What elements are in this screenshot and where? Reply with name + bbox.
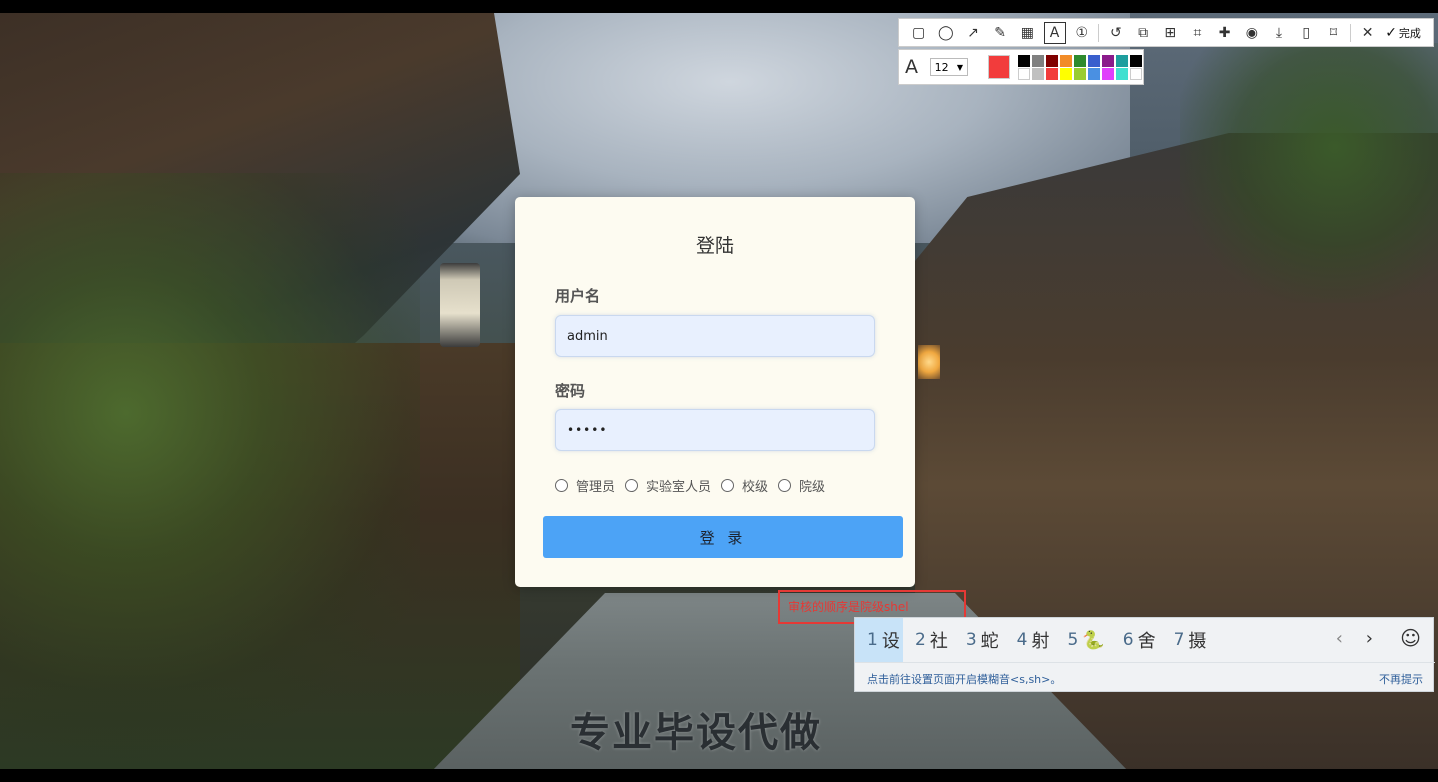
candidate-text: 舍: [1137, 631, 1156, 652]
rectangle-icon[interactable]: ▢: [908, 22, 930, 44]
bookmark-icon[interactable]: ⌑: [1322, 22, 1344, 44]
pin-icon[interactable]: ✚: [1214, 22, 1236, 44]
chevron-down-icon: ▼: [956, 62, 963, 72]
lantern-light: [918, 345, 940, 379]
password-input[interactable]: •••••: [555, 409, 875, 451]
ellipse-icon[interactable]: ◯: [935, 22, 957, 44]
ocr-icon[interactable]: ⌗: [1186, 22, 1208, 44]
close-icon[interactable]: ✕: [1357, 22, 1379, 44]
login-title: 登陆: [695, 235, 734, 257]
candidate-3[interactable]: 3蛇: [954, 618, 1005, 662]
candidate-text: 摄: [1188, 631, 1207, 652]
role-label: 实验室人员: [646, 479, 712, 495]
ime-candidate-window: 1设 2社 3蛇 4射 5 🐍 6舍 7摄 ‹ › ☺ 点击前往设置页面开启模糊音…: [854, 617, 1435, 693]
palette-swatch[interactable]: [1074, 54, 1086, 67]
done-label: 完成: [1398, 26, 1421, 40]
palette-swatch[interactable]: [1130, 67, 1142, 80]
color-palette: [1018, 54, 1143, 80]
undo-icon[interactable]: ↺: [1105, 22, 1127, 44]
font-size-value: 12: [934, 60, 949, 74]
palette-swatch[interactable]: [1102, 67, 1114, 80]
candidate-5[interactable]: 5 🐍: [1055, 618, 1110, 662]
mosaic-icon[interactable]: ▦: [1016, 22, 1038, 44]
role-option-admin[interactable]: 管理员: [555, 476, 615, 495]
done-button[interactable]: ✓ 完成: [1385, 25, 1421, 41]
ime-hint-link[interactable]: 点击前往设置页面开启模糊音<s,sh>。: [867, 671, 1061, 687]
palette-swatch[interactable]: [1032, 54, 1044, 67]
role-radio-group: 管理员 实验室人员 校级 院级: [555, 475, 895, 495]
screenshot-toolbar: ▢ ◯ ↗ ✎ ▦ A ① ↺ ⧉ ⊞ ⌗ ✚ ◉ ⤓ ▯ ⌑ ✕ ✓ 完成: [898, 18, 1434, 47]
arrow-icon[interactable]: ↗: [962, 22, 984, 44]
radio-icon[interactable]: [625, 478, 639, 492]
text-tool-icon[interactable]: A: [1043, 21, 1066, 44]
current-color-swatch[interactable]: [988, 55, 1010, 79]
palette-swatch[interactable]: [1102, 54, 1114, 67]
username-input[interactable]: [555, 315, 875, 357]
candidate-6[interactable]: 6舍: [1111, 618, 1162, 662]
role-label: 院级: [799, 479, 826, 495]
palette-swatch[interactable]: [1018, 54, 1030, 67]
chevron-right-icon[interactable]: ›: [1366, 628, 1373, 649]
download-icon[interactable]: ⤓: [1268, 22, 1290, 44]
check-icon: ✓: [1385, 24, 1397, 41]
chevron-left-icon[interactable]: ‹: [1336, 628, 1343, 649]
dismiss-hint-link[interactable]: 不再提示: [1379, 671, 1423, 687]
candidate-text: 设: [881, 631, 900, 652]
candidate-4[interactable]: 4射: [1005, 618, 1056, 662]
palette-swatch[interactable]: [1018, 67, 1030, 80]
role-label: 校级: [742, 479, 769, 495]
palette-swatch[interactable]: [1116, 54, 1128, 67]
palette-swatch[interactable]: [1116, 67, 1128, 80]
role-option-lab-staff[interactable]: 实验室人员: [625, 476, 711, 495]
palette-swatch[interactable]: [1074, 67, 1086, 80]
right-trees: [1180, 43, 1438, 303]
number-marker-icon[interactable]: ①: [1071, 22, 1093, 44]
radio-icon[interactable]: [778, 478, 792, 492]
candidate-text: 蛇: [980, 631, 999, 652]
palette-swatch[interactable]: [1088, 54, 1100, 67]
login-button[interactable]: 登 录: [543, 516, 903, 558]
font-icon: A: [905, 56, 918, 78]
page-nav: ‹ ›: [1336, 628, 1373, 649]
palette-swatch[interactable]: [1032, 67, 1044, 80]
pencil-icon[interactable]: ✎: [989, 22, 1011, 44]
palette-swatch[interactable]: [1046, 54, 1058, 67]
role-option-college[interactable]: 院级: [778, 476, 825, 495]
role-option-school[interactable]: 校级: [721, 476, 768, 495]
candidate-2[interactable]: 2社: [903, 618, 954, 662]
login-card: 登陆 用户名 密码 ••••• 管理员 实验室人员 校级 院级 登 录: [515, 197, 915, 587]
ime-hint-row: 点击前往设置页面开启模糊音<s,sh>。 不再提示: [855, 662, 1435, 693]
candidate-text: 🐍: [1082, 629, 1105, 651]
candidate-text: 社: [929, 631, 948, 652]
foliage: [0, 173, 420, 769]
username-label: 用户名: [555, 287, 601, 305]
text-options-bar: A 12 ▼: [898, 49, 1144, 85]
palette-swatch[interactable]: [1060, 54, 1072, 67]
toolbar-divider: [1350, 23, 1351, 42]
toolbar-divider: [1098, 23, 1100, 42]
palette-swatch[interactable]: [1088, 67, 1100, 80]
palette-swatch[interactable]: [1046, 67, 1058, 80]
annotation-text: 审核的顺序是院级shel: [788, 600, 909, 614]
crop-icon[interactable]: ⧉: [1132, 22, 1154, 44]
street-lamp: [440, 263, 480, 347]
emoji-icon[interactable]: ☺: [1400, 626, 1421, 650]
translate-icon[interactable]: ⊞: [1159, 22, 1181, 44]
watermark-text: 专业毕设代做: [570, 710, 822, 756]
candidate-1[interactable]: 1设: [855, 618, 903, 662]
palette-swatch[interactable]: [1130, 54, 1142, 67]
font-size-select[interactable]: 12 ▼: [929, 58, 968, 76]
candidate-text: 射: [1031, 631, 1050, 652]
radio-icon[interactable]: [721, 478, 735, 492]
palette-swatch[interactable]: [1060, 67, 1072, 80]
role-label: 管理员: [576, 479, 616, 495]
password-label: 密码: [555, 382, 586, 400]
radio-icon[interactable]: [555, 478, 568, 492]
phone-icon[interactable]: ▯: [1295, 22, 1317, 44]
record-icon[interactable]: ◉: [1241, 22, 1263, 44]
candidate-7[interactable]: 7摄: [1162, 618, 1213, 662]
